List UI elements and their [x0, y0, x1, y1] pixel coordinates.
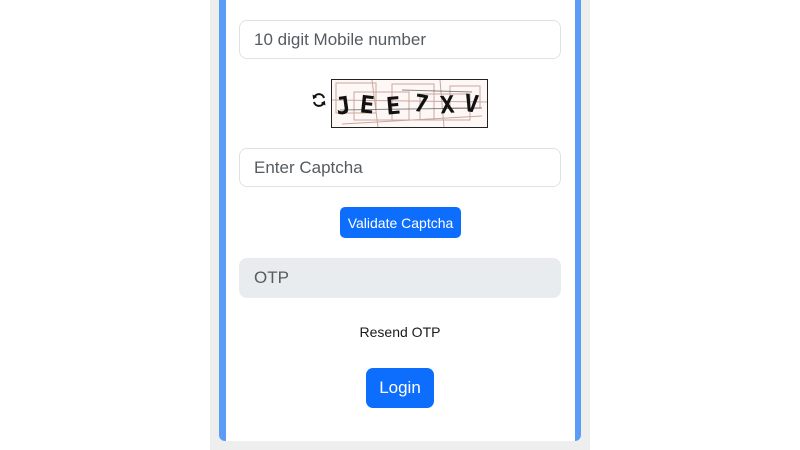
otp-input[interactable]	[239, 258, 561, 298]
captcha-char: 7	[412, 89, 431, 119]
mobile-number-input[interactable]	[239, 20, 561, 59]
captcha-input[interactable]	[239, 148, 561, 187]
validate-captcha-button[interactable]: Validate Captcha	[340, 207, 461, 238]
captcha-image: J E E 7 X V	[331, 79, 488, 128]
captcha-char: E	[358, 90, 375, 119]
captcha-char: E	[385, 91, 402, 120]
refresh-icon[interactable]	[311, 92, 327, 108]
captcha-char: X	[439, 91, 456, 120]
captcha-char: V	[462, 89, 480, 119]
login-button[interactable]: Login	[366, 368, 434, 408]
captcha-char: J	[334, 91, 352, 121]
resend-otp-link[interactable]: Resend OTP	[339, 324, 461, 340]
